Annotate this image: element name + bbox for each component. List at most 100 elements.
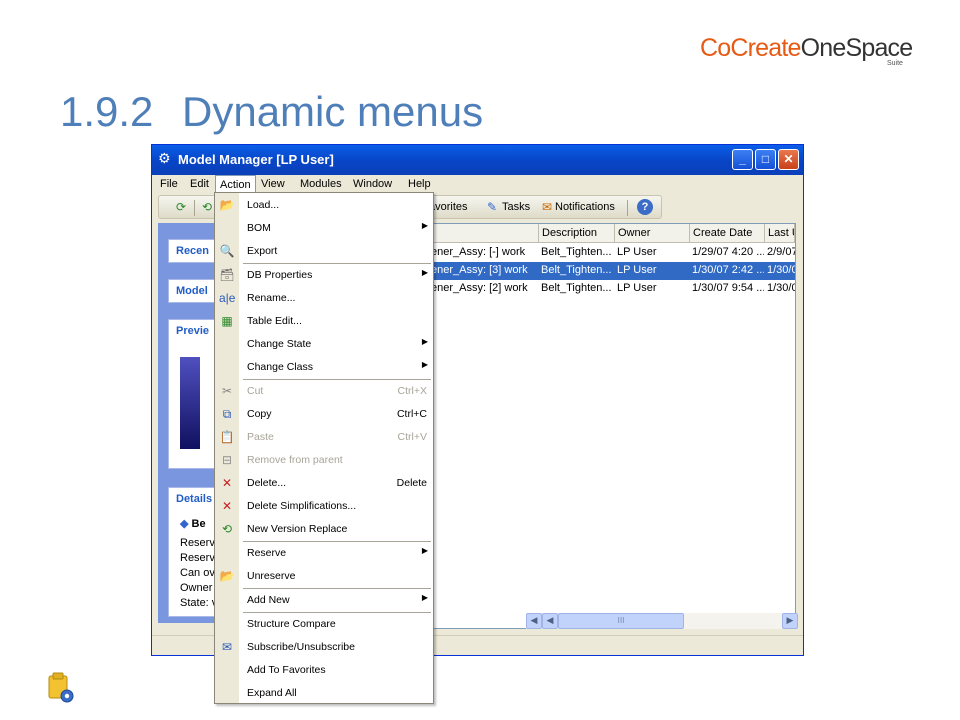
model-section[interactable]: Model bbox=[168, 279, 218, 303]
model-icon: ◆ bbox=[180, 518, 189, 530]
menu-item-table-edit[interactable]: ▦ Table Edit... bbox=[215, 310, 433, 333]
cell-last: 1/30/0 bbox=[767, 264, 795, 276]
menu-item-expand-all[interactable]: Expand All bbox=[215, 682, 433, 705]
title-bar[interactable]: ⚙ Model Manager [LP User] _ □ ✕ bbox=[152, 145, 803, 175]
menu-item-structure-compare[interactable]: Structure Compare bbox=[215, 613, 433, 636]
menu-item-label: DB Properties bbox=[247, 269, 313, 281]
menu-item-label: Paste bbox=[247, 431, 274, 443]
detail-line: Owner bbox=[180, 582, 213, 594]
menu-item-shortcut: Ctrl+X bbox=[397, 385, 427, 397]
menu-help[interactable]: Help bbox=[408, 178, 431, 190]
paste-icon: 📋 bbox=[219, 430, 235, 444]
menu-item-add-new[interactable]: Add New ▶ bbox=[215, 589, 433, 612]
submenu-arrow-icon: ▶ bbox=[421, 268, 428, 277]
menu-item-label: Structure Compare bbox=[247, 618, 336, 630]
menu-item-label: Unreserve bbox=[247, 570, 296, 582]
cell-name: ener_Assy: [3] work bbox=[431, 264, 528, 276]
new-version-icon: ⟲ bbox=[221, 522, 233, 536]
rename-icon: a|e bbox=[219, 291, 236, 305]
cell-name: ener_Assy: [-] work bbox=[431, 246, 526, 258]
cell-owner: LP User bbox=[617, 264, 657, 276]
table-row[interactable]: ener_Assy: [3] work Belt_Tighten... LP U… bbox=[431, 262, 795, 280]
column-header-owner[interactable]: Owner bbox=[615, 224, 690, 243]
close-button[interactable]: ✕ bbox=[778, 149, 799, 170]
menu-item-unreserve[interactable]: 📂 Unreserve bbox=[215, 565, 433, 588]
menu-item-copy[interactable]: ⧉ Copy Ctrl+C bbox=[215, 403, 433, 426]
cell-name: ener_Assy: [2] work bbox=[431, 282, 528, 294]
db-properties-icon: 🗃 bbox=[219, 268, 235, 282]
menu-item-label: Change Class bbox=[247, 361, 313, 373]
column-header-name[interactable] bbox=[431, 224, 539, 243]
menu-item-label: Table Edit... bbox=[247, 315, 302, 327]
app-gear-icon: ⚙ bbox=[158, 151, 171, 167]
menu-item-subscribe-unsubscribe[interactable]: ✉ Subscribe/Unsubscribe bbox=[215, 636, 433, 659]
scroll-right-arrow-icon[interactable]: ▶ bbox=[782, 613, 798, 629]
menu-item-remove-from-parent[interactable]: ⊟ Remove from parent bbox=[215, 449, 433, 472]
cell-description: Belt_Tighten... bbox=[541, 264, 612, 276]
submenu-arrow-icon: ▶ bbox=[421, 360, 428, 369]
column-header-description[interactable]: Description bbox=[539, 224, 615, 243]
menu-item-paste[interactable]: 📋 Paste Ctrl+V bbox=[215, 426, 433, 449]
table-edit-icon: ▦ bbox=[221, 314, 233, 328]
menu-item-label: Subscribe/Unsubscribe bbox=[247, 641, 355, 653]
menu-item-export[interactable]: 🔍 Export bbox=[215, 240, 433, 263]
detail-line: State: v bbox=[180, 597, 214, 609]
menu-item-cut[interactable]: ✂ Cut Ctrl+X bbox=[215, 380, 433, 403]
table-row[interactable]: ener_Assy: [-] work Belt_Tighten... LP U… bbox=[431, 244, 795, 262]
menu-item-label: Add New bbox=[247, 594, 290, 606]
menu-item-label: BOM bbox=[247, 222, 271, 234]
menu-window[interactable]: Window bbox=[353, 178, 392, 190]
menu-item-bom[interactable]: BOM ▶ bbox=[215, 217, 433, 240]
cell-last: 1/30/0 bbox=[767, 282, 795, 294]
horizontal-scrollbar[interactable]: ◀ ◀ III ▶ bbox=[526, 613, 798, 629]
menu-item-change-state[interactable]: Change State ▶ bbox=[215, 333, 433, 356]
delete-icon: ✕ bbox=[221, 476, 233, 490]
menu-edit[interactable]: Edit bbox=[190, 178, 209, 190]
notifications-icon: ✉ bbox=[541, 200, 553, 214]
refresh-icon[interactable]: ⟳ bbox=[173, 199, 189, 215]
copy-icon: ⧉ bbox=[222, 407, 232, 421]
menu-item-load[interactable]: 📂 Load... bbox=[215, 194, 433, 217]
preview-header[interactable]: Previe bbox=[169, 320, 218, 342]
detail-line: Can ov bbox=[180, 567, 214, 579]
menu-item-new-version-replace[interactable]: ⟲ New Version Replace bbox=[215, 518, 433, 541]
recent-section[interactable]: Recen bbox=[168, 239, 218, 263]
details-header[interactable]: Details bbox=[169, 488, 218, 510]
menu-item-reserve[interactable]: Reserve ▶ bbox=[215, 542, 433, 565]
tasks-button[interactable]: Tasks bbox=[502, 201, 530, 213]
menu-item-change-class[interactable]: Change Class ▶ bbox=[215, 356, 433, 379]
menu-item-delete[interactable]: ✕ Delete... Delete bbox=[215, 472, 433, 495]
table-row[interactable]: ener_Assy: [2] work Belt_Tighten... LP U… bbox=[431, 280, 795, 298]
scroll-left-arrow-icon[interactable]: ◀ bbox=[542, 613, 558, 629]
minimize-button[interactable]: _ bbox=[732, 149, 753, 170]
menu-item-delete-simplifications[interactable]: ✕ Delete Simplifications... bbox=[215, 495, 433, 518]
scroll-thumb[interactable]: III bbox=[558, 613, 684, 629]
scroll-left-arrow-icon[interactable]: ◀ bbox=[526, 613, 542, 629]
detail-line: Reserv bbox=[180, 552, 214, 564]
menu-item-label: Export bbox=[247, 245, 278, 257]
menu-item-db-properties[interactable]: 🗃 DB Properties ▶ bbox=[215, 264, 433, 287]
help-icon[interactable]: ? bbox=[637, 199, 653, 215]
tool-icon[interactable]: ⟲ bbox=[199, 199, 215, 215]
menu-item-label: Cut bbox=[247, 385, 264, 397]
menu-item-rename[interactable]: a|e Rename... bbox=[215, 287, 433, 310]
tasks-icon: ✎ bbox=[486, 200, 498, 214]
menu-item-add-to-favorites[interactable]: Add To Favorites bbox=[215, 659, 433, 682]
maximize-button[interactable]: □ bbox=[755, 149, 776, 170]
logo-onespace: OneSpace bbox=[800, 34, 914, 62]
cell-description: Belt_Tighten... bbox=[541, 246, 612, 258]
menu-modules[interactable]: Modules bbox=[300, 178, 342, 190]
favorites-button[interactable]: avorites bbox=[429, 201, 468, 213]
unreserve-icon: 📂 bbox=[219, 569, 235, 583]
menu-view[interactable]: View bbox=[261, 178, 285, 190]
menu-file[interactable]: File bbox=[160, 178, 178, 190]
menu-item-label: Copy bbox=[247, 408, 272, 420]
column-header-last[interactable]: Last U bbox=[765, 224, 795, 243]
column-header-create-date[interactable]: Create Date bbox=[690, 224, 765, 243]
model-header: Model bbox=[176, 285, 208, 297]
menu-item-label: Expand All bbox=[247, 687, 297, 699]
document-gear-icon bbox=[48, 672, 74, 703]
logo-cocreate: CoCreate bbox=[700, 34, 801, 62]
section-title: Dynamic menus bbox=[182, 88, 484, 135]
notifications-button[interactable]: Notifications bbox=[555, 201, 615, 213]
